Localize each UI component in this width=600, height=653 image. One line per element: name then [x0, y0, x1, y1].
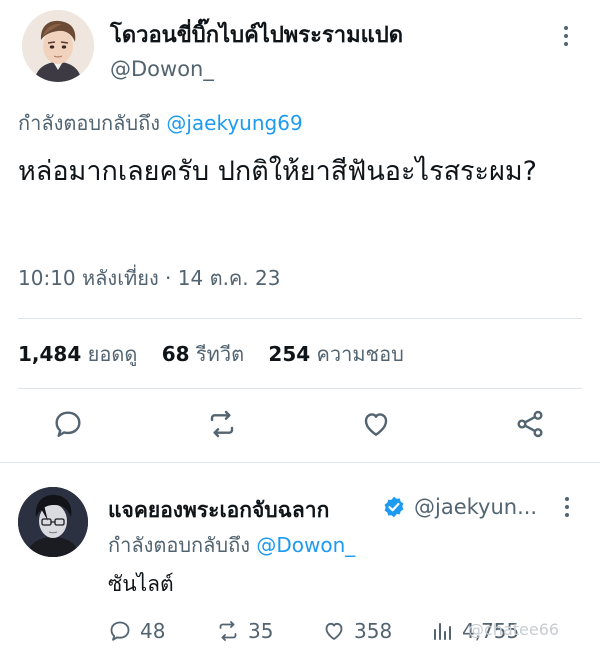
main-tweet: โดวอนขี่บิ๊กไบค์ไปพระรามแปด @Dowon_ กำลั…: [0, 0, 600, 462]
replying-to: กำลังตอบกลับถึง @jaekyung69: [18, 107, 303, 139]
divider: [18, 318, 582, 319]
verified-badge-icon: [382, 495, 406, 519]
replying-prefix: กำลังตอบกลับถึง: [18, 111, 160, 135]
like-count: 358: [354, 619, 393, 643]
reply-icon[interactable]: [52, 408, 84, 440]
views-icon: [434, 623, 451, 640]
like-icon[interactable]: [360, 408, 392, 440]
reply-action-button[interactable]: 48: [108, 618, 165, 644]
dot-icon: [565, 497, 569, 501]
retweet-icon[interactable]: [206, 408, 238, 440]
divider: [18, 388, 582, 389]
watermark: @chatee66: [468, 620, 560, 639]
retweets-label[interactable]: รีทวีต: [196, 342, 244, 366]
avatar[interactable]: [18, 487, 88, 557]
author-handle[interactable]: @Dowon_: [110, 57, 214, 81]
avatar[interactable]: [22, 10, 94, 82]
author-name[interactable]: โดวอนขี่บิ๊กไบค์ไปพระรามแปด: [110, 17, 403, 52]
views-count: 1,484: [18, 342, 82, 366]
likes-count[interactable]: 254: [268, 342, 310, 366]
reply-icon: [110, 621, 130, 641]
author-handle[interactable]: @jaekyun...: [414, 495, 537, 519]
tweet-timestamp[interactable]: 10:10 หลังเที่ยง · 14 ต.ค. 23: [18, 262, 280, 294]
replying-mention-link[interactable]: @Dowon_: [256, 533, 355, 557]
tweet-stats: 1,484 ยอดดู 68 รีทวีต 254 ความชอบ: [18, 338, 422, 370]
dot-icon: [564, 42, 568, 46]
retweet-icon: [219, 621, 237, 641]
dot-icon: [564, 26, 568, 30]
author-name[interactable]: แจคยองพระเอกจับฉลาก: [108, 494, 329, 527]
replying-mention-link[interactable]: @jaekyung69: [166, 111, 302, 135]
dot-icon: [565, 513, 569, 517]
likes-label[interactable]: ความชอบ: [317, 342, 404, 366]
more-options-button[interactable]: [556, 22, 576, 50]
views-label: ยอดดู: [87, 342, 138, 366]
replying-to: กำลังตอบกลับถึง @Dowon_: [108, 529, 355, 561]
share-icon[interactable]: [514, 408, 546, 440]
retweets-count[interactable]: 68: [162, 342, 190, 366]
dot-icon: [564, 34, 568, 38]
retweet-count: 35: [248, 619, 274, 643]
like-icon: [325, 622, 343, 640]
reply-tweet[interactable]: แจคยองพระเอกจับฉลาก @jaekyun... กำลังตอบ…: [0, 463, 600, 653]
more-options-button[interactable]: [560, 494, 574, 520]
reply-count: 48: [140, 619, 166, 643]
tweet-text: หล่อมากเลยครับ ปกติให้ยาสีฟันอะไรสระผม?: [18, 156, 538, 187]
avatar-illustration: [22, 10, 94, 82]
reply-text: ซันไลต์: [108, 572, 174, 596]
dot-icon: [565, 505, 569, 509]
like-action-button[interactable]: 358: [322, 618, 392, 644]
avatar-illustration: [18, 487, 88, 557]
replying-prefix: กำลังตอบกลับถึง: [108, 533, 250, 557]
retweet-action-button[interactable]: 35: [216, 618, 273, 644]
